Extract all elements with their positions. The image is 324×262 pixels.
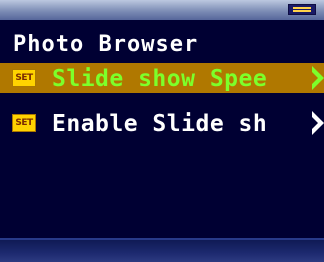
status-bar bbox=[0, 0, 324, 20]
menu-item-label: Slide show Spee bbox=[52, 66, 268, 92]
menu-item-label: Enable Slide sh bbox=[52, 111, 268, 137]
chevron-right-icon bbox=[312, 66, 324, 90]
menu-item-enable-slide-show[interactable]: SET Enable Slide sh bbox=[0, 108, 324, 138]
page-title: Photo Browser bbox=[13, 32, 199, 57]
set-icon: SET bbox=[12, 114, 36, 132]
bottom-bar bbox=[0, 238, 324, 262]
device-screen: Photo Browser SET Slide show Spee SET En… bbox=[0, 0, 324, 262]
set-icon: SET bbox=[12, 69, 36, 87]
menu-item-slide-show-speed[interactable]: SET Slide show Spee bbox=[0, 63, 324, 93]
chevron-right-icon bbox=[312, 111, 324, 135]
battery-icon bbox=[288, 4, 316, 15]
